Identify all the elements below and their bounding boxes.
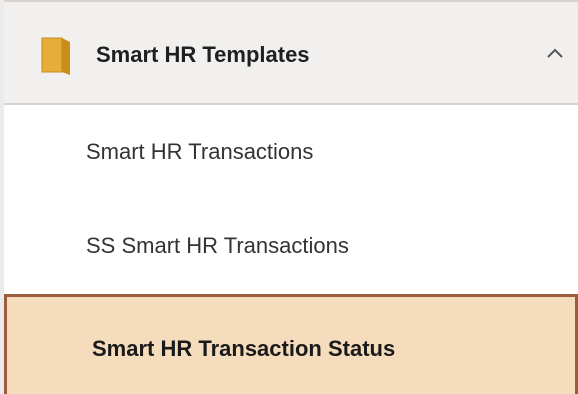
chevron-up-icon[interactable] [545,46,565,60]
folder-icon [41,37,70,75]
nav-item-smart-hr-transaction-status[interactable]: Smart HR Transaction Status [4,294,578,394]
nav-item-label: Smart HR Transaction Status [92,336,396,361]
side-navigation: Smart HR Templates Smart HR Transactions… [0,0,578,394]
nav-item-ss-smart-hr-transactions[interactable]: SS Smart HR Transactions [4,201,578,293]
nav-item-smart-hr-transactions[interactable]: Smart HR Transactions [4,107,578,199]
nav-item-label: SS Smart HR Transactions [86,233,349,258]
nav-group-title: Smart HR Templates [96,42,310,67]
nav-item-label: Smart HR Transactions [86,139,314,164]
nav-group-smart-hr-templates[interactable]: Smart HR Templates [4,0,578,105]
